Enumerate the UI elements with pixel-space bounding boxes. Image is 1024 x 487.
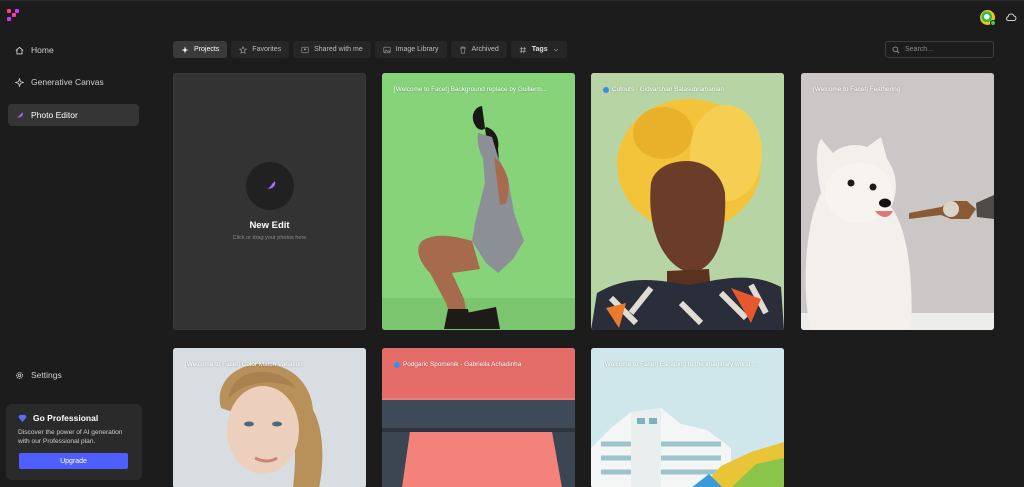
- promo-title: Go Professional: [33, 413, 99, 423]
- sidebar-item-photo-editor[interactable]: Photo Editor: [8, 104, 139, 126]
- feather-icon: [16, 111, 23, 119]
- facet-app: Home Generative Canvas Photo Editor Sett…: [0, 0, 1024, 487]
- sidebar-item-label: Home: [31, 45, 54, 55]
- hash-icon: [519, 46, 526, 53]
- sidebar-item-label: Settings: [31, 370, 62, 380]
- project-card[interactable]: [Welcome to Facet] Background replace by…: [382, 73, 575, 330]
- sidebar-item-generative-canvas[interactable]: Generative Canvas: [8, 71, 139, 93]
- project-card[interactable]: [Welcome to Facet] Escaping to the imagi…: [591, 348, 784, 487]
- go-professional-card: Go Professional Discover the power of AI…: [6, 404, 142, 480]
- project-title: Cutouts - Gidvarshan Balasubramanian: [603, 86, 774, 93]
- online-status-dot: [990, 20, 996, 26]
- tab-label: Shared with me: [314, 46, 363, 53]
- search-box: [885, 41, 994, 58]
- search-input[interactable]: [905, 46, 989, 53]
- shared-globe-icon: [394, 361, 400, 368]
- project-title: [Welcome to Facet] Color Match Variation: [185, 361, 303, 368]
- project-card[interactable]: [Welcome to Facet] Color Match Variation: [173, 348, 366, 487]
- cloud-sync-icon[interactable]: [1005, 12, 1017, 22]
- promo-description: Discover the power of AI generation with…: [18, 429, 123, 445]
- project-thumbnail: [382, 73, 575, 330]
- sidebar-item-settings[interactable]: Settings: [8, 364, 139, 386]
- project-thumbnail: [591, 73, 784, 330]
- new-edit-dropzone[interactable]: New Edit Click or drag your photos here: [173, 73, 366, 330]
- tab-image-library[interactable]: Image Library: [374, 41, 447, 58]
- project-thumbnail: [801, 73, 994, 330]
- sparkle-icon: [181, 45, 189, 54]
- project-title: [Welcome to Facet] Feathering: [813, 86, 901, 93]
- project-thumbnail: [591, 348, 784, 487]
- facet-logo-icon[interactable]: [6, 8, 20, 22]
- tab-projects[interactable]: Projects: [173, 41, 228, 58]
- project-card[interactable]: Cutouts - Gidvarshan Balasubramanian: [591, 73, 784, 330]
- users-icon: [301, 46, 309, 53]
- tab-tags[interactable]: Tags: [510, 41, 567, 58]
- sparkle-icon: [15, 77, 24, 87]
- tab-label: Tags: [531, 46, 548, 53]
- sidebar-item-label: Generative Canvas: [31, 77, 104, 87]
- gear-icon: [16, 371, 23, 379]
- project-title: [Welcome to Facet] Escaping to the imagi…: [603, 361, 758, 368]
- user-avatar[interactable]: [980, 10, 996, 26]
- star-icon: [239, 45, 248, 54]
- tab-label: Archived: [471, 46, 499, 53]
- project-thumbnail: [173, 348, 366, 487]
- diamond-icon: [18, 414, 27, 422]
- trash-icon: [459, 46, 466, 54]
- tab-label: Image Library: [395, 46, 439, 53]
- new-edit-icon-circle: [246, 162, 294, 210]
- project-card[interactable]: Podgaric Spomenik - Gabriella Achadinha: [382, 348, 575, 487]
- project-title: [Welcome to Facet] Background replace by…: [394, 86, 547, 93]
- shared-globe-icon: [603, 86, 609, 93]
- tab-archived[interactable]: Archived: [450, 41, 507, 58]
- tab-label: Favorites: [252, 46, 282, 53]
- project-thumbnail: [382, 348, 575, 487]
- image-icon: [383, 46, 391, 53]
- chevron-down-icon: [553, 48, 558, 51]
- new-edit-subtitle: Click or drag your photos here: [232, 235, 307, 241]
- project-title: Podgaric Spomenik - Gabriella Achadinha: [394, 361, 565, 368]
- sidebar-item-label: Photo Editor: [31, 110, 78, 120]
- home-icon: [15, 46, 24, 54]
- sidebar-item-home[interactable]: Home: [8, 39, 139, 61]
- tab-favorites[interactable]: Favorites: [231, 41, 290, 58]
- tab-label: Projects: [194, 46, 220, 53]
- sidebar: Home Generative Canvas Photo Editor Sett…: [0, 1, 150, 487]
- project-card[interactable]: [Welcome to Facet] Feathering: [801, 73, 994, 330]
- project-filter-tabs: Projects Favorites Shared with me Image …: [173, 41, 567, 58]
- feather-icon: [264, 181, 276, 192]
- new-edit-title: New Edit: [249, 220, 290, 231]
- upgrade-button[interactable]: Upgrade: [19, 453, 128, 469]
- search-icon: [892, 46, 900, 54]
- tab-shared-with-me[interactable]: Shared with me: [293, 41, 371, 58]
